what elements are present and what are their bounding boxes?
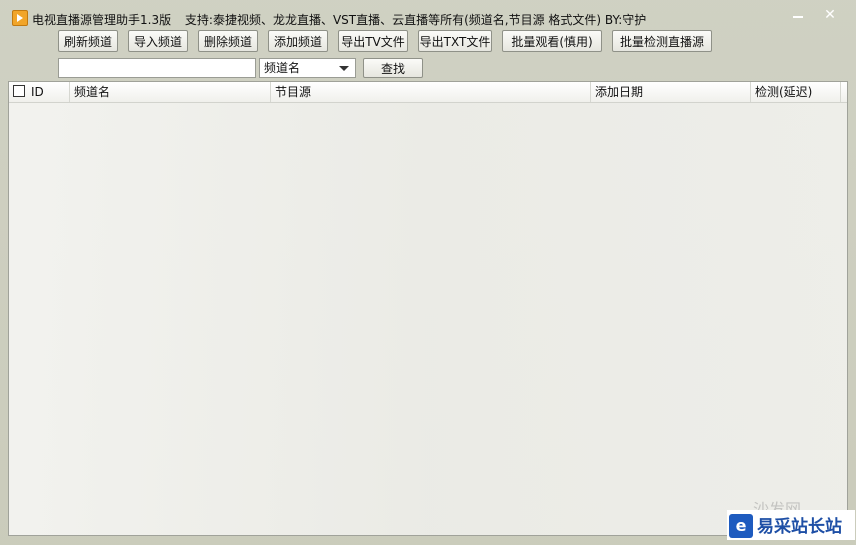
- site-watermark: 沙发网 e 易采站长站: [705, 492, 855, 542]
- add-channel-button[interactable]: 添加频道: [268, 30, 328, 52]
- column-source[interactable]: 节目源: [271, 82, 591, 102]
- search-field-selected: 频道名: [264, 61, 301, 75]
- app-subtitle: 支持:泰捷视频、龙龙直播、VST直播、云直播等所有(频道名,节目源 格式文件) …: [184, 13, 647, 27]
- column-id[interactable]: ID: [9, 82, 70, 102]
- list-header: ID 频道名 节目源 添加日期 检测(延迟): [9, 82, 847, 103]
- watermark-text: 易采站长站: [757, 517, 842, 537]
- search-row: 频道名 查找: [0, 58, 856, 80]
- channel-list[interactable]: ID 频道名 节目源 添加日期 检测(延迟): [8, 81, 848, 536]
- close-button[interactable]: ✕: [816, 6, 844, 24]
- import-channels-button[interactable]: 导入频道: [128, 30, 188, 52]
- select-all-checkbox[interactable]: [13, 85, 25, 97]
- column-check-latency[interactable]: 检测(延迟): [751, 82, 841, 102]
- delete-channels-button[interactable]: 删除频道: [198, 30, 258, 52]
- chevron-down-icon: [339, 66, 349, 71]
- column-id-label: ID: [31, 85, 44, 99]
- site-logo-icon: e: [729, 514, 753, 538]
- batch-check-button[interactable]: 批量检测直播源: [612, 30, 712, 52]
- search-input[interactable]: [58, 58, 256, 78]
- minimize-button[interactable]: [784, 6, 812, 24]
- export-tv-button[interactable]: 导出TV文件: [338, 30, 408, 52]
- column-date-added[interactable]: 添加日期: [591, 82, 751, 102]
- title-bar: 电视直播源管理助手1.3版 支持:泰捷视频、龙龙直播、VST直播、云直播等所有(…: [0, 0, 856, 30]
- refresh-channels-button[interactable]: 刷新频道: [58, 30, 118, 52]
- toolbar: 刷新频道 导入频道 删除频道 添加频道 导出TV文件 导出TXT文件 批量观看(…: [0, 30, 856, 54]
- search-field-select[interactable]: 频道名: [259, 58, 356, 78]
- window-title: 电视直播源管理助手1.3版 支持:泰捷视频、龙龙直播、VST直播、云直播等所有(…: [32, 11, 656, 28]
- export-txt-button[interactable]: 导出TXT文件: [418, 30, 492, 52]
- watermark-badge: e 易采站长站: [727, 510, 855, 540]
- app-play-icon: [12, 10, 28, 26]
- find-button[interactable]: 查找: [363, 58, 423, 78]
- app-window: 电视直播源管理助手1.3版 支持:泰捷视频、龙龙直播、VST直播、云直播等所有(…: [0, 0, 856, 545]
- app-title: 电视直播源管理助手1.3版: [32, 13, 172, 27]
- batch-watch-button[interactable]: 批量观看(慎用): [502, 30, 602, 52]
- column-channel-name[interactable]: 频道名: [70, 82, 271, 102]
